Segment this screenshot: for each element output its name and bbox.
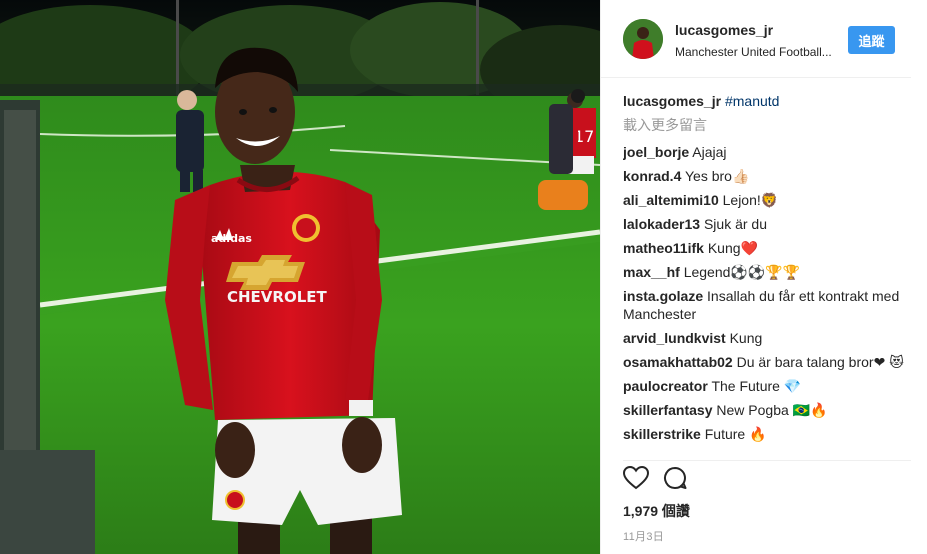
caption-hashtag[interactable]: #manutd [725,93,779,109]
post-photo[interactable]: 17 CHEVROLET adidas [0,0,600,554]
header-location[interactable]: Manchester United Football... [675,44,848,60]
jersey-brand-text: adidas [211,232,252,245]
comment-username[interactable]: max__hf [623,264,680,280]
comment-row: lalokader13 Sjuk är du [623,215,911,233]
comment-row: paulocreator The Future 💎 [623,377,911,395]
comment-username[interactable]: osamakhattab02 [623,354,733,370]
comment-text: The Future 💎 [711,378,802,394]
comment-row: skillerfantasy New Pogba 🇧🇷🔥 [623,401,911,419]
instagram-post: 17 CHEVROLET adidas lucasgomes_jr Manche… [0,0,927,554]
header-username[interactable]: lucasgomes_jr [675,22,848,39]
comment-row: joel_borje Ajajaj [623,143,911,161]
comment-text: Kung❤️ [707,240,758,256]
comment-row: konrad.4 Yes bro👍🏻 [623,167,911,185]
comment-text: New Pogba 🇧🇷🔥 [716,402,828,418]
comment-username[interactable]: paulocreator [623,378,708,394]
comment-row: matheo11ifk Kung❤️ [623,239,911,257]
comment-row: max__hf Legend⚽⚽🏆🏆 [623,263,911,281]
player-photo: 17 CHEVROLET adidas [0,0,600,554]
comment-row: skillerstrike Future 🔥 [623,425,911,443]
comment-text: Sjuk är du [703,216,767,232]
comment-username[interactable]: skillerfantasy [623,402,713,418]
comment-text: Yes bro👍🏻 [685,168,750,184]
comment-username[interactable]: konrad.4 [623,168,681,184]
comment-text: Lejon!🦁 [722,192,779,208]
comment-icon[interactable] [663,466,687,495]
load-more-comments-link[interactable]: 載入更多留言 [623,116,911,134]
comment-text: Legend⚽⚽🏆🏆 [683,264,801,280]
comment-username[interactable]: insta.golaze [623,288,703,304]
comment-container: joel_borje Ajajaj konrad.4 Yes bro👍🏻 ali_a… [623,143,911,443]
heart-icon[interactable] [622,465,650,495]
comment-username[interactable]: ali_altemimi10 [623,192,719,208]
comment-username[interactable]: matheo11ifk [623,240,704,256]
comment-username[interactable]: lalokader13 [623,216,700,232]
comment-row: ali_altemimi10 Lejon!🦁 [623,191,911,209]
comment-text: Ajajaj [692,144,727,160]
comment-text: Future 🔥 [704,426,767,442]
comment-row: osamakhattab02 Du är bara talang bror❤ 😻 [623,353,911,371]
likes-count[interactable]: 1,979 個讚 [623,501,911,521]
comment-username[interactable]: skillerstrike [623,426,701,442]
post-sidebar: lucasgomes_jr Manchester United Football… [600,0,927,554]
post-date: 11月3日 [623,531,665,543]
comment-row: arvid_lundkvist Kung [623,329,911,347]
avatar-image [623,19,663,59]
comment-username[interactable]: arvid_lundkvist [623,330,726,346]
post-header: lucasgomes_jr Manchester United Football… [601,0,911,78]
avatar[interactable] [623,19,663,59]
caption-username[interactable]: lucasgomes_jr [623,93,721,109]
post-caption: lucasgomes_jr #manutd [623,92,911,110]
comment-text: Kung [729,330,763,346]
jersey-sponsor-text: CHEVROLET [227,288,328,306]
comment-row: insta.golaze Insallah du får ett kontrak… [623,287,911,323]
follow-button[interactable]: 追蹤 [848,26,895,54]
post-actions: 1,979 個讚 11月3日 [622,460,911,544]
comment-username[interactable]: joel_borje [623,144,689,160]
comment-text: Du är bara talang bror❤ 😻 [736,354,904,370]
comments-list[interactable]: lucasgomes_jr #manutd 載入更多留言 joel_borje … [623,92,911,456]
